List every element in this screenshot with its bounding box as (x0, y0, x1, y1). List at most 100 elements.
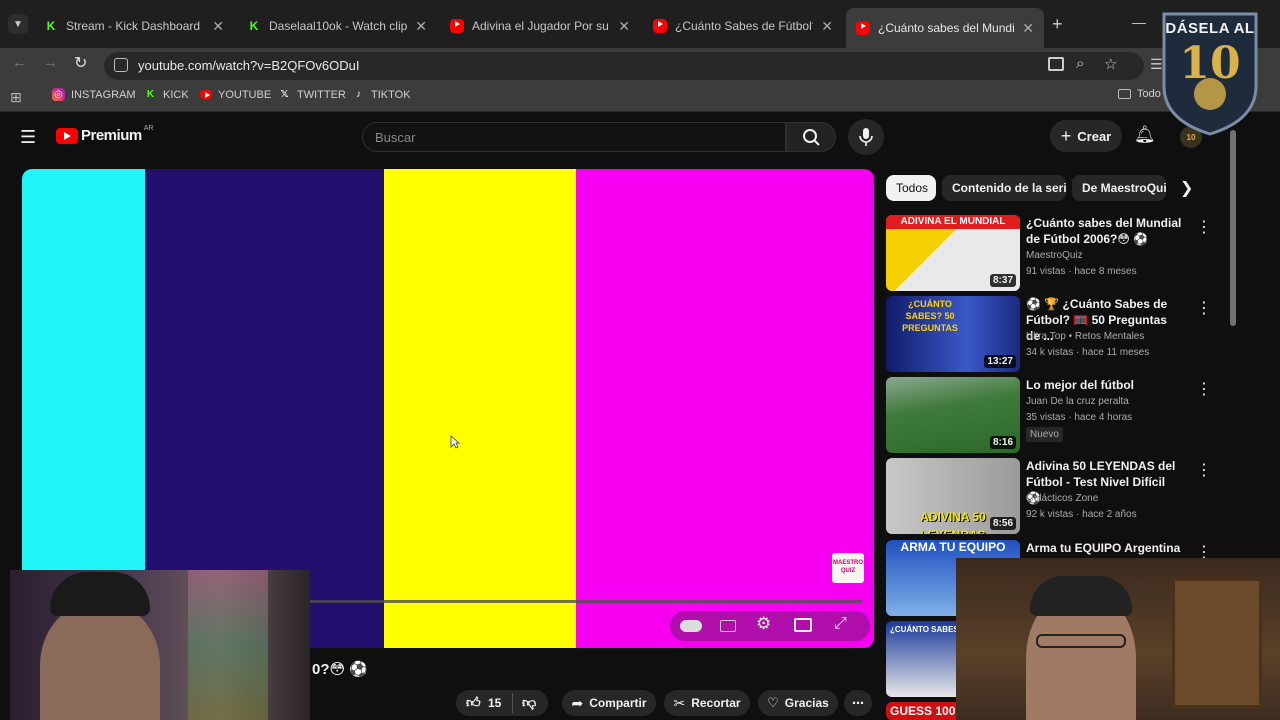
video-meta: 92 k vistas · hace 2 años (1026, 509, 1137, 520)
person-silhouette (40, 600, 160, 720)
youtube-icon (653, 19, 667, 33)
duration-badge: 8:37 (989, 274, 1016, 287)
bookmark-tiktok[interactable]: ♪ TIKTOK (352, 88, 411, 101)
channel-name: Ultra Top • Retos Mentales (1026, 331, 1145, 342)
tab-title: Adivina el Jugador Por su Voz (472, 19, 610, 33)
color-stripe (576, 169, 874, 648)
fullscreen-icon[interactable]: ⤢ (834, 615, 847, 633)
create-button[interactable]: + Crear (1050, 120, 1122, 152)
settings-gear-icon[interactable]: ⚙ (756, 614, 771, 634)
tab-search-button[interactable]: ▼ (8, 14, 28, 34)
bookmark-label: TIKTOK (371, 88, 411, 101)
bookmark-label: TWITTER (297, 88, 346, 101)
logo-region: AR (143, 125, 154, 132)
thanks-button[interactable]: ♡ Gracias (758, 690, 838, 716)
reload-icon[interactable]: ↻ (74, 53, 87, 73)
tab-title: ¿Cuánto sabes del Mundial de (878, 21, 1015, 35)
bookmark-star-icon[interactable]: ☆ (1104, 55, 1117, 73)
channel-watermark[interactable]: MAESTRO QUIZ (832, 553, 864, 583)
search-icon (803, 129, 820, 146)
more-options-icon[interactable]: ⋮ (1196, 460, 1212, 480)
back-arrow-icon[interactable]: ← (12, 54, 27, 71)
video-title-text: 0?😳 ⚽ (312, 661, 368, 678)
chip-series[interactable]: Contenido de la serie (942, 175, 1066, 201)
youtube-premium-logo[interactable]: Premium AR (56, 125, 154, 144)
video-thumbnail[interactable]: ¿CUÁNTO SABES? 50 PREGUNTAS 13:27 (886, 296, 1020, 372)
new-badge: Nuevo (1026, 427, 1063, 442)
folder-icon (1118, 89, 1131, 99)
theater-mode-icon[interactable] (794, 618, 812, 632)
video-thumbnail[interactable]: 8:16 (886, 377, 1020, 453)
search-button[interactable] (786, 122, 836, 152)
browser-tab[interactable]: Adivina el Jugador Por su Voz ✕ (440, 10, 640, 42)
bookmark-youtube[interactable]: YOUTUBE (199, 88, 271, 101)
thumbnail-text: GUESS 100 (890, 704, 956, 718)
youtube-header: ☰ Premium AR Buscar + Crear 🔔︎ 10 (0, 114, 1230, 160)
webcam-left (10, 570, 310, 720)
address-bar[interactable]: youtube.com/watch?v=B2QFOv6ODuI ⌕ ☆ (104, 52, 1144, 80)
instagram-icon: ◎ (52, 88, 65, 101)
thumbs-down-icon[interactable]: 👎︎ (522, 694, 536, 711)
recommendation-item[interactable]: 8:16 Lo mejor del fútbol Juan De la cruz… (886, 377, 1216, 453)
kick-icon: K (46, 19, 56, 33)
recommendation-item[interactable]: ADIVINA 50 LEYENDAS 8:56 Adivina 50 LEYE… (886, 458, 1216, 534)
chip-todos[interactable]: Todos (886, 175, 936, 201)
notifications-bell-icon[interactable]: 🔔︎ (1134, 125, 1156, 145)
video-thumbnail[interactable]: ADIVINA 50 LEYENDAS 8:56 (886, 458, 1020, 534)
tab-title: Stream - Kick Dashboard (66, 19, 201, 33)
chip-channel[interactable]: De MaestroQuiz (1072, 175, 1166, 201)
clip-button[interactable]: ✂ Recortar (664, 690, 750, 716)
recommendation-item[interactable]: ADIVINA EL MUNDIAL 8:37 ¿Cuánto sabes de… (886, 215, 1216, 291)
voice-search-button[interactable] (848, 119, 884, 155)
apps-grid-icon[interactable]: ⊞ (10, 89, 22, 106)
browser-tab-strip: ▼ K Stream - Kick Dashboard ✕ K Daselaal… (0, 0, 1280, 48)
site-info-icon[interactable] (114, 58, 128, 72)
close-icon[interactable]: ✕ (821, 18, 833, 35)
bookmark-twitter[interactable]: 𝕏 TWITTER (278, 88, 346, 101)
recommendation-item[interactable]: ¿CUÁNTO SABES? 50 PREGUNTAS 13:27 ⚽ 🏆 ¿C… (886, 296, 1216, 372)
plus-icon: + (1060, 125, 1072, 146)
chip-label: De MaestroQuiz (1082, 181, 1166, 195)
more-options-icon[interactable]: ⋮ (1196, 379, 1212, 399)
zoom-icon[interactable]: ⌕ (1076, 55, 1084, 72)
browser-tab-active[interactable]: ¿Cuánto sabes del Mundial de ✕ (846, 8, 1044, 48)
close-icon[interactable]: ✕ (1022, 20, 1034, 37)
close-icon[interactable]: ✕ (618, 18, 630, 35)
like-count: 15 (488, 696, 502, 710)
browser-tab[interactable]: K Daselaal10ok - Watch clips on ✕ (237, 10, 437, 42)
duration-badge: 13:27 (984, 355, 1016, 368)
forward-arrow-icon[interactable]: → (43, 54, 58, 71)
install-app-icon[interactable] (1048, 57, 1064, 71)
chip-label: Todos (896, 181, 929, 195)
share-button[interactable]: ➦ Compartir (562, 690, 656, 716)
chevron-right-icon[interactable]: ❯ (1180, 178, 1193, 198)
subtitles-icon[interactable] (720, 620, 736, 632)
close-icon[interactable]: ✕ (212, 18, 224, 35)
hair-shape (1030, 576, 1132, 616)
minimize-button[interactable]: — (1132, 14, 1146, 30)
more-actions-button[interactable]: ⋯ (844, 690, 872, 716)
bookmark-kick[interactable]: K KICK (144, 88, 189, 101)
bookmark-folder[interactable]: Todo (1118, 88, 1161, 100)
video-meta: 35 vistas · hace 4 horas (1026, 412, 1133, 423)
browser-tab[interactable]: K Stream - Kick Dashboard ✕ (34, 10, 234, 42)
thumbnail-text: ¿CUÁNTO SABES (890, 625, 959, 634)
more-options-icon[interactable]: ⋮ (1196, 298, 1212, 318)
channel-name: Galácticos Zone (1026, 493, 1099, 504)
close-icon[interactable]: ✕ (415, 18, 427, 35)
mouse-cursor-icon (450, 435, 461, 454)
browser-tab[interactable]: ¿Cuánto Sabes de Fútbol? ⚽ ✕ (643, 10, 843, 42)
autoplay-toggle[interactable] (680, 620, 702, 632)
more-options-icon[interactable]: ⋮ (1196, 217, 1212, 237)
bookmark-instagram[interactable]: ◎ INSTAGRAM (52, 88, 136, 101)
new-tab-button[interactable]: + (1052, 14, 1063, 35)
scrollbar-thumb[interactable] (1230, 130, 1236, 326)
video-thumbnail[interactable]: ADIVINA EL MUNDIAL 8:37 (886, 215, 1020, 291)
kick-icon: K (249, 19, 259, 33)
video-meta: 34 k vistas · hace 11 meses (1026, 347, 1150, 358)
share-arrow-icon: ➦ (571, 694, 584, 711)
search-input[interactable]: Buscar (362, 122, 786, 152)
hamburger-menu-icon[interactable]: ☰ (20, 127, 36, 148)
thumbs-up-icon[interactable]: 👍︎ (466, 694, 481, 711)
cap-shape (50, 572, 150, 616)
